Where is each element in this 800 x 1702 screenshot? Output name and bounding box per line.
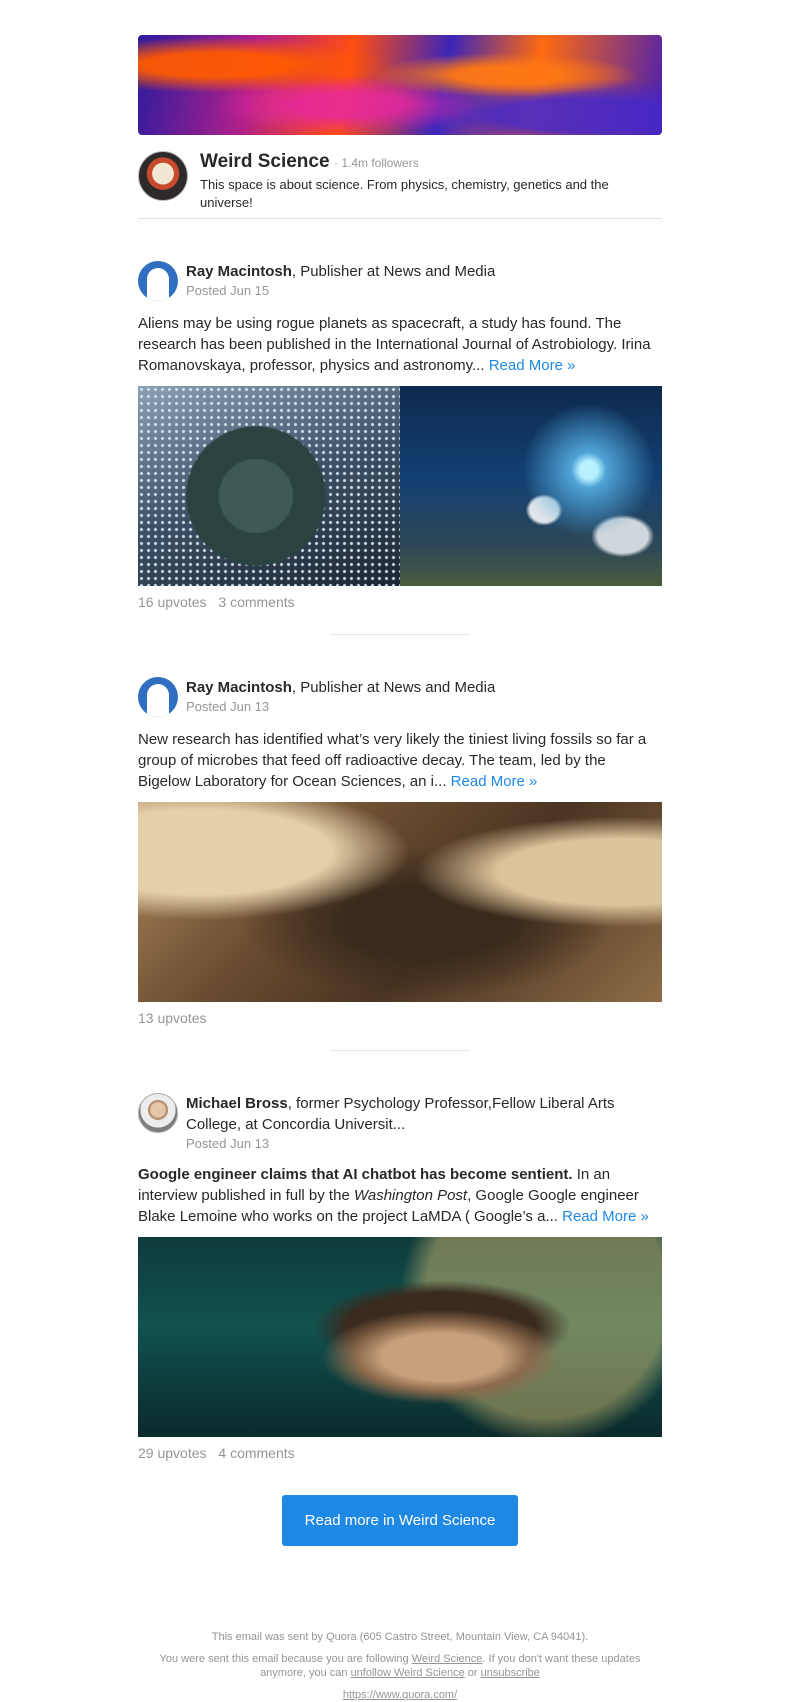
footer-reason: You were sent this email because you are…	[138, 1652, 662, 1680]
author-name[interactable]: Ray Macintosh	[186, 679, 292, 696]
author-name[interactable]: Ray Macintosh	[186, 263, 292, 280]
author-line: Ray Macintosh, Publisher at News and Med…	[186, 261, 495, 282]
upvotes-count[interactable]: 29 upvotes	[138, 1445, 207, 1461]
post-divider	[330, 634, 470, 635]
post-image[interactable]	[138, 1237, 662, 1437]
author-avatar[interactable]	[138, 677, 178, 717]
space-avatar[interactable]	[138, 151, 188, 201]
author-line: Ray Macintosh, Publisher at News and Med…	[186, 677, 495, 698]
post-card: Ray Macintosh, Publisher at News and Med…	[138, 261, 662, 635]
space-description: This space is about science. From physic…	[200, 177, 609, 210]
footer-reason-text-2: . If you don't want these updates	[482, 1653, 641, 1665]
author-name[interactable]: Michael Bross	[186, 1095, 288, 1112]
space-link[interactable]: Weird Science	[412, 1653, 483, 1665]
author-info: Ray Macintosh, Publisher at News and Med…	[186, 677, 495, 715]
upvotes-count[interactable]: 13 upvotes	[138, 1010, 207, 1026]
post-stats: 29 upvotes 4 comments	[138, 1443, 662, 1463]
post-header: Ray Macintosh, Publisher at News and Med…	[138, 677, 662, 717]
author-info: Michael Bross, former Psychology Profess…	[186, 1093, 662, 1152]
space-info: Weird Science · 1.4m followers This spac…	[200, 151, 640, 212]
author-avatar[interactable]	[138, 261, 178, 301]
post-card: Michael Bross, former Psychology Profess…	[138, 1093, 662, 1463]
post-body: New research has identified what’s very …	[138, 729, 662, 792]
space-banner-image[interactable]	[138, 35, 662, 135]
author-info: Ray Macintosh, Publisher at News and Med…	[186, 261, 495, 299]
footer-reason-line-2: anymore, you can unfollow Weird Science …	[138, 1666, 662, 1680]
author-line: Michael Bross, former Psychology Profess…	[186, 1093, 662, 1135]
post-headline: Google engineer claims that AI chatbot h…	[138, 1166, 573, 1183]
post-divider	[330, 1050, 470, 1051]
space-name[interactable]: Weird Science	[200, 151, 330, 172]
read-more-link[interactable]: Read More »	[489, 357, 576, 374]
post-stats: 16 upvotes 3 comments	[138, 592, 662, 612]
comments-count[interactable]: 4 comments	[218, 1445, 294, 1461]
post-header: Ray Macintosh, Publisher at News and Med…	[138, 261, 662, 301]
ufo-image	[400, 386, 662, 586]
author-credential: , Publisher at News and Media	[291, 679, 496, 696]
post-image[interactable]	[138, 802, 662, 1002]
post-body: Aliens may be using rogue planets as spa…	[138, 313, 662, 376]
post-date: Posted Jun 13	[186, 699, 270, 714]
post-date: Posted Jun 15	[186, 283, 270, 298]
space-followers: · 1.4m followers	[334, 156, 419, 170]
post-stats: 13 upvotes	[138, 1008, 662, 1028]
unsubscribe-link[interactable]: unsubscribe	[481, 1667, 540, 1679]
unfollow-link[interactable]: unfollow Weird Science	[351, 1667, 465, 1679]
post-card: Ray Macintosh, Publisher at News and Med…	[138, 677, 662, 1051]
post-date: Posted Jun 13	[186, 1136, 270, 1151]
email-container: Weird Science · 1.4m followers This spac…	[138, 0, 662, 1702]
read-more-link[interactable]: Read More »	[562, 1208, 649, 1225]
author-credential: , Publisher at News and Media	[291, 263, 496, 280]
footer-or-text: or	[464, 1667, 481, 1679]
comments-count[interactable]: 3 comments	[218, 594, 294, 610]
cta-container: Read more in Weird Science	[138, 1495, 662, 1546]
email-footer: This email was sent by Quora (605 Castro…	[138, 1630, 662, 1702]
quora-site-link[interactable]: https://www.quora.com/	[343, 1689, 457, 1701]
author-avatar[interactable]	[138, 1093, 178, 1133]
footer-reason-text-3: anymore, you can	[260, 1667, 351, 1679]
read-more-link[interactable]: Read More »	[451, 773, 538, 790]
rogue-planet-image	[138, 386, 400, 586]
space-title-row: Weird Science · 1.4m followers	[200, 151, 640, 174]
upvotes-count[interactable]: 16 upvotes	[138, 594, 207, 610]
post-header: Michael Bross, former Psychology Profess…	[138, 1093, 662, 1152]
footer-reason-line-1: You were sent this email because you are…	[138, 1652, 662, 1666]
footer-reason-text: You were sent this email because you are…	[159, 1653, 412, 1665]
publication-name: Washington Post	[353, 1187, 468, 1204]
post-excerpt: New research has identified what’s very …	[138, 731, 647, 790]
post-image[interactable]	[138, 386, 662, 586]
footer-sent-by: This email was sent by Quora (605 Castro…	[211, 1631, 589, 1643]
space-header: Weird Science · 1.4m followers This spac…	[138, 151, 662, 219]
post-body: Google engineer claims that AI chatbot h…	[138, 1164, 662, 1227]
read-more-in-space-button[interactable]: Read more in Weird Science	[282, 1495, 518, 1546]
